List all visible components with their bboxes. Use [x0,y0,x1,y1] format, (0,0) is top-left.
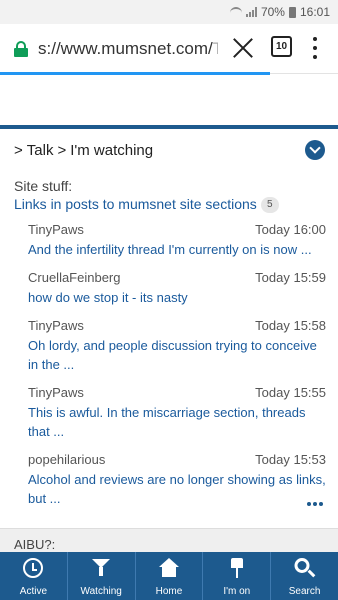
list-item[interactable]: TinyPaws Today 15:55 This is awful. In th… [28,385,326,441]
clock-icon [23,558,44,578]
nav-label: Active [19,586,48,597]
header-divider [0,125,338,129]
battery-percent: 70% [260,5,285,19]
post-time: Today 15:55 [255,385,326,400]
chevron-down-icon[interactable] [305,140,325,160]
nav-im-on[interactable]: I'm on [203,552,272,600]
url-text-faded: Ta [212,39,218,58]
search-icon [294,558,310,573]
post-author: TinyPaws [28,222,84,237]
post-excerpt-link[interactable]: Alcohol and reviews are no longer showin… [28,470,326,508]
breadcrumb-talk-link[interactable]: Talk [27,142,54,159]
nav-home[interactable]: Home [136,552,204,600]
tab-switcher-button[interactable]: 10 [271,36,292,57]
list-item[interactable]: popehilarious Today 15:53 Alcohol and rev… [28,452,326,508]
breadcrumb-separator: > [14,142,23,159]
post-author: popehilarious [28,452,106,467]
post-time: Today 15:59 [255,270,326,285]
post-author: TinyPaws [28,318,84,333]
nav-label: I'm on [223,586,251,597]
signal-icon [245,7,257,17]
post-count-badge: 5 [260,197,279,214]
thread-link-main[interactable]: Links in posts to mumsnet site sections 5 [14,196,279,214]
overflow-menu-icon[interactable] [312,37,318,59]
nav-search[interactable]: Search [271,552,338,600]
url-field[interactable]: s://www.mumsnet.com/Ta [38,39,218,59]
post-author: TinyPaws [28,385,84,400]
status-bar: 70% 16:01 [0,0,338,24]
thread-title[interactable]: Links in posts to mumsnet site sections [14,196,257,212]
post-time: Today 15:53 [255,452,326,467]
status-bar-right: 70% 16:01 [229,5,330,19]
list-item[interactable]: TinyPaws Today 15:58 Oh lordy, and people… [28,318,326,374]
post-excerpt-link[interactable]: This is awful. In the miscarriage sectio… [28,403,326,441]
bottom-nav: Active Watching Home I'm on Search [0,552,338,600]
page-header-space [0,75,338,125]
nav-active[interactable]: Active [0,552,68,600]
filter-icon [91,558,111,578]
section-header-aibu: AIBU?: [0,528,338,552]
nav-watching[interactable]: Watching [68,552,136,600]
list-item[interactable]: CruellaFeinberg Today 15:59 how do we sto… [28,270,326,307]
breadcrumb-current: I'm watching [70,142,154,159]
nav-label: Watching [80,586,122,597]
post-excerpt-link[interactable]: Oh lordy, and people discussion trying t… [28,336,326,374]
nav-label: Search [288,586,321,597]
nav-label: Home [155,586,183,597]
close-icon[interactable] [232,37,254,59]
clock-time: 16:01 [299,5,330,19]
breadcrumb-separator: > [57,142,67,159]
post-time: Today 15:58 [255,318,326,333]
post-author: CruellaFeinberg [28,270,121,285]
lock-icon[interactable] [14,41,28,57]
browser-toolbar: s://www.mumsnet.com/Ta 10 [0,24,338,74]
wifi-icon [229,7,242,17]
post-excerpt-link[interactable]: how do we stop it - its nasty [28,288,326,307]
battery-icon [288,6,296,18]
list-item[interactable]: TinyPaws Today 16:00 And the infertility … [28,222,326,259]
post-list: TinyPaws Today 16:00 And the infertility … [28,222,326,519]
breadcrumb: > Talk > I'm watching [14,142,157,159]
section-label: AIBU?: [14,537,56,552]
post-excerpt-link[interactable]: And the infertility thread I'm currently… [28,240,326,259]
more-icon[interactable] [307,502,323,506]
url-text: s://www.mumsnet.com/ [38,39,213,58]
home-icon [158,558,179,578]
pin-icon [227,558,247,578]
section-label: Site stuff: [14,178,73,194]
post-time: Today 16:00 [255,222,326,237]
